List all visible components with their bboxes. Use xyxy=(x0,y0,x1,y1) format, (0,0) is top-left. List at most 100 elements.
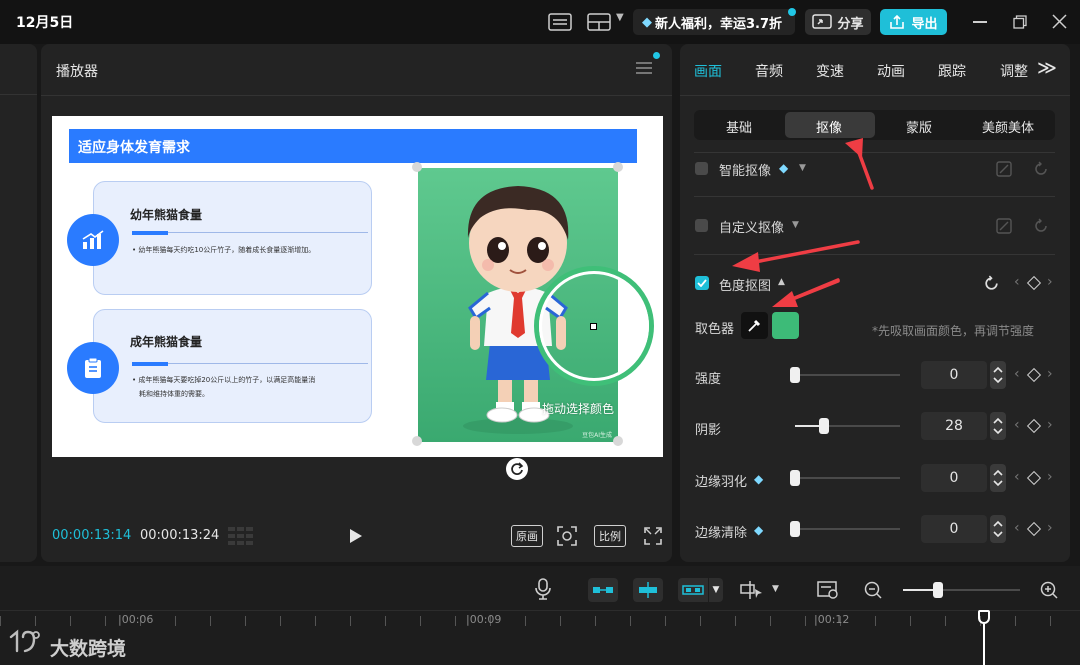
chevron-down-icon[interactable]: ▼ xyxy=(709,578,723,602)
caption-icon[interactable] xyxy=(817,580,839,600)
preview-canvas[interactable]: 适应身体发育需求 幼年熊猫食量 • 幼年熊猫每天约吃10公斤竹子，随着成长食量逐… xyxy=(52,116,663,457)
ratio-button[interactable]: 比例 xyxy=(594,525,626,547)
brand-logo xyxy=(8,629,40,655)
tab-adjust[interactable]: 调整 xyxy=(1000,61,1028,81)
slider-track[interactable] xyxy=(795,374,900,376)
microphone-icon[interactable] xyxy=(534,578,552,600)
promo-banner[interactable]: ◆ 新人福利，幸运3.7折 xyxy=(633,9,795,35)
resize-handle[interactable] xyxy=(412,436,422,446)
value-stepper[interactable] xyxy=(990,361,1006,389)
main-track-magnet-button[interactable] xyxy=(588,578,618,602)
project-title[interactable]: 12月5日 xyxy=(16,12,73,32)
prev-keyframe-icon[interactable]: ‹ xyxy=(1014,274,1020,290)
keyframe-icon[interactable] xyxy=(1026,275,1042,291)
original-button[interactable]: 原画 xyxy=(511,525,543,547)
current-time: 00:00:13:14 xyxy=(52,528,132,543)
value-stepper[interactable] xyxy=(990,464,1006,492)
export-button[interactable]: 导出 xyxy=(880,9,947,35)
slider-knob[interactable] xyxy=(790,521,800,537)
tab-tracking[interactable]: 跟踪 xyxy=(938,61,966,81)
resize-handle[interactable] xyxy=(613,436,623,446)
value-input[interactable]: 0 xyxy=(921,464,987,492)
diamond-icon: ◆ xyxy=(754,472,764,486)
fit-icon[interactable] xyxy=(556,525,578,547)
reset-icon[interactable] xyxy=(1033,161,1049,177)
keyframe-icon[interactable] xyxy=(1026,521,1042,537)
minimize-icon[interactable] xyxy=(973,21,987,23)
timecode-grid-icon xyxy=(228,527,254,545)
zoom-slider-knob[interactable] xyxy=(933,582,943,598)
chevron-down-icon[interactable]: ▼ xyxy=(616,12,624,23)
picker-crosshair xyxy=(590,323,597,330)
playhead[interactable] xyxy=(978,610,990,624)
prev-keyframe-icon[interactable]: ‹ xyxy=(1014,520,1020,536)
slider-label: 边缘羽化 xyxy=(695,475,748,490)
compare-icon[interactable] xyxy=(996,218,1012,234)
subtab-beauty[interactable]: 美颜美体 xyxy=(982,117,1034,136)
resize-handle[interactable] xyxy=(613,162,623,172)
promo-text: 新人福利，幸运3.7折 xyxy=(655,16,783,32)
card-text: • 幼年熊猫每天约吃10公斤竹子，随着成长食量逐渐增加。 xyxy=(132,246,316,254)
next-keyframe-icon[interactable]: › xyxy=(1047,274,1053,290)
slider-label: 强度 xyxy=(695,372,722,387)
picked-color-swatch[interactable] xyxy=(772,312,799,339)
tab-picture[interactable]: 画面 xyxy=(694,61,722,81)
linkage-button[interactable] xyxy=(678,578,708,602)
prev-keyframe-icon[interactable]: ‹ xyxy=(1014,366,1020,382)
next-keyframe-icon[interactable]: › xyxy=(1047,520,1053,536)
value-stepper[interactable] xyxy=(990,412,1006,440)
close-icon[interactable] xyxy=(1052,14,1067,29)
value-input[interactable]: 0 xyxy=(921,515,987,543)
chevron-down-icon[interactable]: ▼ xyxy=(772,584,779,594)
keyframe-icon[interactable] xyxy=(1026,470,1042,486)
zoom-in-icon[interactable] xyxy=(1040,581,1058,599)
zoom-out-icon[interactable] xyxy=(864,581,882,599)
restore-icon[interactable] xyxy=(1013,15,1027,29)
reset-icon[interactable] xyxy=(983,275,1000,292)
prev-keyframe-icon[interactable]: ‹ xyxy=(1014,417,1020,433)
keyframe-icon[interactable] xyxy=(1026,418,1042,434)
keyframe-icon[interactable] xyxy=(1026,367,1042,383)
slider-track[interactable] xyxy=(795,528,900,530)
layout-icon[interactable] xyxy=(586,11,612,33)
resize-handle[interactable] xyxy=(412,162,422,172)
slider-track[interactable] xyxy=(795,477,900,479)
tab-audio[interactable]: 音频 xyxy=(755,61,783,81)
value-input[interactable]: 0 xyxy=(921,361,987,389)
tab-animation[interactable]: 动画 xyxy=(877,61,905,81)
diamond-icon: ◆ xyxy=(642,14,652,30)
chart-icon xyxy=(67,214,119,266)
next-keyframe-icon[interactable]: › xyxy=(1047,417,1053,433)
next-keyframe-icon[interactable]: › xyxy=(1047,469,1053,485)
auto-snap-button[interactable] xyxy=(633,578,663,602)
info-card: 幼年熊猫食量 • 幼年熊猫每天约吃10公斤竹子，随着成长食量逐渐增加。 xyxy=(93,181,372,295)
rotate-icon[interactable] xyxy=(506,458,528,480)
more-tabs-icon[interactable]: ≫ xyxy=(1037,57,1057,79)
compare-icon[interactable] xyxy=(996,161,1012,177)
picker-loupe[interactable] xyxy=(534,266,654,386)
preview-axis-icon[interactable] xyxy=(740,580,764,600)
slider-knob[interactable] xyxy=(790,470,800,486)
title-bar: 12月5日 ▼ ◆ 新人福利，幸运3.7折 分享 导出 xyxy=(0,0,1080,44)
share-button[interactable]: 分享 xyxy=(805,9,871,35)
prev-keyframe-icon[interactable]: ‹ xyxy=(1014,469,1020,485)
card-text: 耗和维持体重的需要。 xyxy=(139,390,209,398)
shortcut-icon[interactable] xyxy=(547,11,573,33)
slider-knob[interactable] xyxy=(790,367,800,383)
reset-icon[interactable] xyxy=(1033,218,1049,234)
next-keyframe-icon[interactable]: › xyxy=(1047,366,1053,382)
slider-knob[interactable] xyxy=(819,418,830,434)
slider-label: 阴影 xyxy=(695,423,722,438)
notification-dot xyxy=(788,8,796,16)
eyedropper-button[interactable] xyxy=(741,312,768,339)
play-icon[interactable] xyxy=(349,528,365,544)
subtab-mask[interactable]: 蒙版 xyxy=(906,117,932,136)
menu-icon[interactable] xyxy=(636,61,652,75)
tab-speed[interactable]: 变速 xyxy=(816,61,844,81)
fullscreen-icon[interactable] xyxy=(644,527,662,545)
ruler-label: |00:09 xyxy=(466,613,502,626)
share-icon xyxy=(812,14,833,29)
slide-header: 适应身体发育需求 xyxy=(78,140,190,156)
value-stepper[interactable] xyxy=(990,515,1006,543)
value-input[interactable]: 28 xyxy=(921,412,987,440)
